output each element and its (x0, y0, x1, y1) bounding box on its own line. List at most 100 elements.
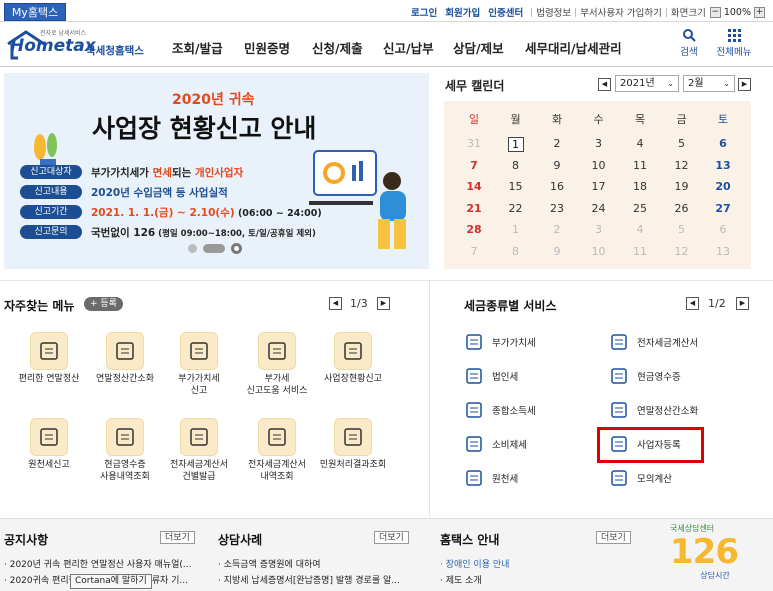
favorite-item[interactable]: 사업장현황신고 (316, 332, 390, 385)
calendar-day[interactable]: 9 (537, 245, 577, 258)
search-button[interactable]: 검색 (676, 26, 702, 58)
calendar-day[interactable]: 12 (662, 245, 702, 258)
login-link[interactable]: 로그인 (411, 5, 437, 19)
year-select[interactable]: 2021년 ⌄ (615, 75, 679, 92)
cert-center-link[interactable]: 인증센터 (488, 5, 523, 19)
calendar-day[interactable]: 7 (454, 245, 494, 258)
banner-pager-dot[interactable] (188, 244, 197, 253)
pause-icon[interactable] (231, 243, 242, 254)
call-center-banner[interactable]: 국세상담센터 126 상담시간 (670, 523, 760, 589)
tax-service-item[interactable]: 소비제세 (464, 436, 527, 452)
tax-service-item[interactable]: 종합소득세 (464, 402, 536, 418)
calendar-day[interactable]: 25 (620, 202, 660, 215)
calendar-day[interactable]: 7 (454, 159, 494, 172)
nav-tax-agent[interactable]: 세무대리/납세관리 (525, 38, 622, 57)
tax-service-item[interactable]: 부가가치세 (464, 334, 536, 350)
zoom-out-button[interactable]: − (709, 6, 721, 18)
calendar-day[interactable]: 13 (703, 245, 743, 258)
calendar-day[interactable]: 11 (620, 159, 660, 172)
calendar-day[interactable]: 2 (537, 223, 577, 236)
calendar-day[interactable]: 4 (620, 137, 660, 150)
calendar-day[interactable]: 1 (507, 137, 524, 152)
my-hometax-button[interactable]: My홈택스 (4, 3, 66, 21)
notice-more-button[interactable]: 더보기 (160, 531, 195, 544)
calendar-day[interactable]: 5 (662, 137, 702, 150)
calendar-day[interactable]: 22 (496, 202, 536, 215)
case-item[interactable]: · 지방세 납세증명서[완납증명] 발행 경로를 알... (218, 573, 414, 586)
calendar-day[interactable]: 4 (620, 223, 660, 236)
tax-service-item[interactable]: 현금영수증 (609, 368, 681, 384)
favorites-add-button[interactable]: + 등록 (84, 297, 123, 311)
calendar-day[interactable]: 21 (454, 202, 494, 215)
favorites-prev-button[interactable]: ◀ (329, 297, 342, 310)
all-menu-button[interactable]: 전체메뉴 (713, 26, 755, 58)
calendar-day[interactable]: 26 (662, 202, 702, 215)
calendar-day[interactable]: 11 (620, 245, 660, 258)
calendar-day[interactable]: 2 (537, 137, 577, 150)
calendar-day[interactable]: 3 (579, 223, 619, 236)
calendar-day[interactable]: 12 (662, 159, 702, 172)
calendar-day[interactable]: 9 (537, 159, 577, 172)
join-link[interactable]: 회원가입 (445, 5, 480, 19)
calendar-day[interactable]: 31 (454, 137, 494, 150)
cases-more-button[interactable]: 더보기 (374, 531, 409, 544)
tax-service-prev-button[interactable]: ◀ (686, 297, 699, 310)
tax-service-item[interactable]: 원천세 (464, 470, 518, 486)
calendar-day[interactable]: 19 (662, 180, 702, 193)
tax-service-item[interactable]: 연말정산간소화 (609, 402, 698, 418)
calendar-day[interactable]: 5 (662, 223, 702, 236)
calendar-day[interactable]: 14 (454, 180, 494, 193)
favorite-item[interactable]: 민원처리결과조회 (316, 418, 390, 471)
calendar-day[interactable]: 6 (703, 223, 743, 236)
nav-certificate[interactable]: 민원증명 (244, 38, 290, 57)
dept-user-link[interactable]: 부서사용자 가입하기 (580, 5, 662, 19)
guide-item[interactable]: · 제도 소개 (440, 573, 590, 586)
calendar-day[interactable]: 1 (496, 223, 536, 236)
nav-inquiry[interactable]: 조회/발급 (172, 38, 223, 57)
calendar-day[interactable]: 23 (537, 202, 577, 215)
tax-service-item[interactable]: 법인세 (464, 368, 518, 384)
promo-banner[interactable]: 2020년 귀속 사업장 현황신고 안내 신고대상자 부가가치세가 면세되는 개… (4, 73, 429, 269)
favorite-item[interactable]: 부가가치세 신고 (162, 332, 236, 397)
calendar-day[interactable]: 16 (537, 180, 577, 193)
favorite-item[interactable]: 전자세금계산서 내역조회 (240, 418, 314, 483)
calendar-day[interactable]: 10 (579, 159, 619, 172)
favorite-item[interactable]: 연말정산간소화 (88, 332, 162, 385)
calendar-prev-button[interactable]: ◀ (598, 78, 611, 91)
zoom-in-button[interactable]: + (754, 6, 765, 18)
calendar-day[interactable]: 24 (579, 202, 619, 215)
hometax-logo[interactable]: 전자로 납세서비스 Hometax 국세청홈택스 (4, 26, 152, 64)
calendar-day[interactable]: 15 (496, 180, 536, 193)
case-item[interactable]: · 소득금액 증명원에 대하여 (218, 557, 414, 570)
law-info-link[interactable]: 법령정보 (536, 5, 571, 19)
calendar-day[interactable]: 10 (579, 245, 619, 258)
tax-service-item[interactable]: 전자세금계산서 (609, 334, 698, 350)
notice-item[interactable]: · 2020년 귀속 편리한 연말정산 사용자 매뉴얼(... (4, 557, 204, 570)
calendar-day[interactable]: 18 (620, 180, 660, 193)
calendar-day[interactable]: 8 (496, 159, 536, 172)
nav-filing[interactable]: 신고/납부 (383, 38, 434, 57)
calendar-day[interactable]: 3 (579, 137, 619, 150)
favorite-item[interactable]: 현금영수증 사용내역조회 (88, 418, 162, 483)
calendar-day[interactable]: 20 (703, 180, 743, 193)
calendar-day[interactable]: 13 (703, 159, 743, 172)
tax-service-item[interactable]: 모의계산 (609, 470, 672, 486)
calendar-day[interactable]: 28 (454, 223, 494, 236)
guide-more-button[interactable]: 더보기 (596, 531, 631, 544)
nav-consult[interactable]: 상담/제보 (453, 38, 504, 57)
favorite-item[interactable]: 전자세금계산서 건별발급 (162, 418, 236, 483)
calendar-day[interactable]: 27 (703, 202, 743, 215)
favorite-item[interactable]: 부가세 신고도움 서비스 (240, 332, 314, 397)
favorite-item[interactable]: 편리한 연말정산 (12, 332, 86, 385)
favorites-next-button[interactable]: ▶ (377, 297, 390, 310)
nav-application[interactable]: 신청/제출 (312, 38, 363, 57)
guide-item[interactable]: · 장애인 이용 안내 (440, 557, 590, 570)
calendar-day[interactable]: 6 (703, 137, 743, 150)
tax-service-next-button[interactable]: ▶ (736, 297, 749, 310)
calendar-day[interactable]: 8 (496, 245, 536, 258)
favorite-item[interactable]: 원천세신고 (12, 418, 86, 471)
calendar-day[interactable]: 17 (579, 180, 619, 193)
calendar-next-button[interactable]: ▶ (738, 78, 751, 91)
banner-pager-active[interactable] (203, 244, 225, 253)
month-select[interactable]: 2월 ⌄ (683, 75, 735, 92)
